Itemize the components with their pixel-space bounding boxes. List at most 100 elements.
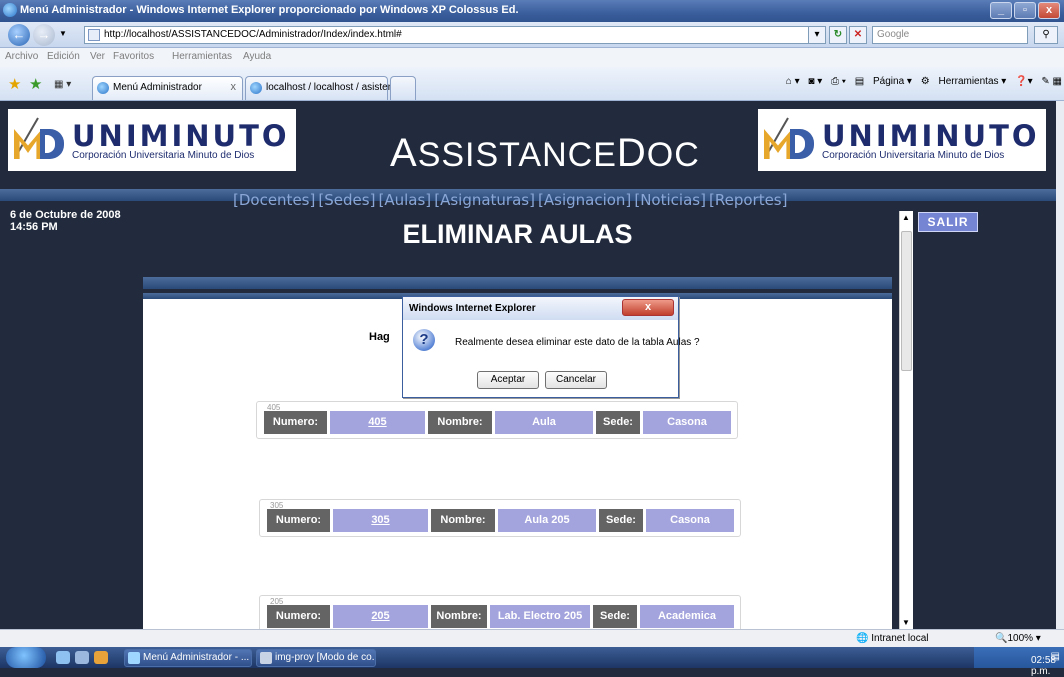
- menu-herramientas[interactable]: Herramientas: [172, 51, 232, 62]
- menu-ver[interactable]: Ver: [90, 51, 105, 62]
- nav-asignacion[interactable]: [Asignacion]: [538, 191, 631, 209]
- nav-sedes[interactable]: [Sedes]: [318, 191, 375, 209]
- window-scrollbar[interactable]: [1056, 101, 1064, 629]
- nav-reportes[interactable]: [Reportes]: [709, 191, 787, 209]
- stop-button[interactable]: ✕: [849, 26, 867, 44]
- clock: ▤ 02:58 p.m.: [1030, 651, 1060, 677]
- security-zone[interactable]: 🌐 Intranet local: [856, 633, 929, 644]
- app-title-a: A: [390, 131, 418, 175]
- uniminuto-logo-left: UNIMINUTO Corporación Universitaria Minu…: [8, 109, 296, 171]
- scroll-down-icon[interactable]: ▼: [902, 618, 910, 627]
- confirm-dialog: Windows Internet Explorer x ? Realmente …: [402, 296, 700, 398]
- instruction-text: Hag: [369, 331, 390, 343]
- forward-button[interactable]: →: [33, 24, 55, 46]
- refresh-button[interactable]: ↻: [829, 26, 847, 44]
- scroll-thumb[interactable]: [901, 231, 912, 371]
- sede-value: Academica: [640, 605, 734, 628]
- feeds-icon[interactable]: ◙ ▾: [808, 76, 822, 87]
- quick-tabs-icon[interactable]: ▦ ▾: [54, 79, 71, 90]
- taskbar: Menú Administrador - ... img-proy [Modo …: [0, 647, 1064, 677]
- menu-ayuda[interactable]: Ayuda: [243, 51, 271, 62]
- favorites-star-icon[interactable]: ★: [8, 75, 21, 93]
- ie-icon: [3, 3, 17, 17]
- menu-edicion[interactable]: Edición: [47, 51, 80, 62]
- help-icon[interactable]: ❓▾: [1015, 76, 1032, 87]
- md-logo-icon: [764, 115, 820, 165]
- logo-subtitle: Corporación Universitaria Minuto de Dios: [822, 150, 1005, 161]
- numero-value[interactable]: 405: [330, 411, 425, 434]
- search-placeholder: Google: [877, 29, 910, 40]
- ie-quicklaunch-icon[interactable]: [56, 651, 70, 664]
- task-label: img-proy [Modo de co...: [275, 652, 376, 663]
- zoom-level[interactable]: 🔍100% ▾: [995, 633, 1041, 644]
- add-favorites-icon[interactable]: ★: [29, 75, 42, 93]
- frame-scrollbar[interactable]: ▲ ▼: [899, 211, 913, 629]
- nav-asignaturas[interactable]: [Asignaturas]: [434, 191, 535, 209]
- search-icon[interactable]: ⚲: [1034, 26, 1058, 44]
- home-icon[interactable]: ⌂ ▾: [786, 76, 800, 87]
- toolbar-extra-icon[interactable]: ✎ ▦: [1041, 76, 1062, 87]
- dialog-title-bar: Windows Internet Explorer x: [403, 297, 678, 320]
- dialog-message: Realmente desea eliminar este dato de la…: [455, 337, 700, 348]
- task-image-window[interactable]: img-proy [Modo de co...: [256, 649, 376, 667]
- dialog-title: Windows Internet Explorer: [409, 303, 536, 314]
- date-display: 6 de Octubre de 2008 14:56 PM: [10, 209, 121, 233]
- url-field[interactable]: http://localhost/ASSISTANCEDOC/Administr…: [84, 26, 819, 44]
- logo-subtitle: Corporación Universitaria Minuto de Dios: [72, 150, 255, 161]
- nombre-value: Lab. Electro 205: [490, 605, 590, 628]
- salir-button[interactable]: SALIR: [918, 212, 978, 232]
- address-bar: ← → ▼ http://localhost/ASSISTANCEDOC/Adm…: [0, 22, 1064, 48]
- menu-favoritos[interactable]: Favoritos: [113, 51, 154, 62]
- record-row: 405 Numero: 405 Nombre: Aula Sede: Cason…: [256, 401, 738, 439]
- print-icon[interactable]: ⎙ ▾: [831, 76, 846, 87]
- nombre-value: Aula: [495, 411, 593, 434]
- logo-word: UNIMINUTO: [822, 119, 1040, 153]
- page-header: ELIMINAR AULAS: [143, 211, 892, 281]
- menu-archivo[interactable]: Archivo: [5, 51, 38, 62]
- sede-value: Casona: [643, 411, 731, 434]
- nav-aulas[interactable]: [Aulas]: [379, 191, 432, 209]
- tab-menu-administrador[interactable]: Menú Administrador x: [92, 76, 243, 100]
- tab-label: Menú Administrador: [113, 82, 202, 93]
- page-icon: [88, 29, 100, 41]
- title-bar: Menú Administrador - Windows Internet Ex…: [0, 0, 1064, 22]
- numero-label: Numero:: [267, 605, 330, 628]
- tab-localhost[interactable]: localhost / localhost / asisten...: [245, 76, 402, 100]
- accept-button[interactable]: Aceptar: [477, 371, 539, 389]
- search-input[interactable]: Google: [872, 26, 1028, 44]
- numero-label: Numero:: [264, 411, 327, 434]
- window-title: Menú Administrador - Windows Internet Ex…: [20, 4, 519, 16]
- back-button[interactable]: ←: [8, 24, 30, 46]
- start-button[interactable]: [6, 647, 46, 668]
- page-menu[interactable]: ▤ Página ▾: [855, 76, 912, 87]
- tools-menu[interactable]: ⚙ Herramientas ▾: [921, 76, 1007, 87]
- maximize-button[interactable]: ▫: [1014, 2, 1036, 19]
- status-bar: 🌐 Intranet local 🔍100% ▾: [0, 629, 1064, 647]
- nav-noticias[interactable]: [Noticias]: [634, 191, 706, 209]
- numero-value[interactable]: 205: [333, 605, 428, 628]
- history-dropdown-icon[interactable]: ▼: [59, 29, 67, 38]
- firefox-quicklaunch-icon[interactable]: [94, 651, 108, 664]
- task-ie-window[interactable]: Menú Administrador - ...: [124, 649, 252, 667]
- close-window-button[interactable]: x: [1038, 2, 1060, 19]
- date-line: 6 de Octubre de 2008: [10, 209, 121, 221]
- scroll-up-icon[interactable]: ▲: [902, 213, 910, 222]
- cancel-button[interactable]: Cancelar: [545, 371, 607, 389]
- numero-value[interactable]: 305: [333, 509, 428, 532]
- app-title-c: D: [616, 131, 647, 175]
- browser-window: Menú Administrador - Windows Internet Ex…: [0, 0, 1064, 677]
- header-stripe: [143, 277, 892, 289]
- url-dropdown-button[interactable]: ▾: [808, 26, 826, 44]
- sede-label: Sede:: [593, 605, 637, 628]
- minimize-button[interactable]: _: [990, 2, 1012, 19]
- ie-task-icon: [128, 652, 140, 664]
- ie-page-icon: [97, 82, 109, 94]
- task-label: Menú Administrador - ...: [143, 652, 250, 663]
- nombre-value: Aula 205: [498, 509, 596, 532]
- tab-bar: ★ ★ ▦ ▾ Menú Administrador x localhost /…: [0, 67, 1064, 101]
- dialog-close-button[interactable]: x: [622, 299, 674, 316]
- desktop-quicklaunch-icon[interactable]: [75, 651, 89, 664]
- nav-docentes[interactable]: [Docentes]: [233, 191, 315, 209]
- new-tab-button[interactable]: [390, 76, 416, 100]
- close-tab-icon[interactable]: x: [231, 81, 237, 93]
